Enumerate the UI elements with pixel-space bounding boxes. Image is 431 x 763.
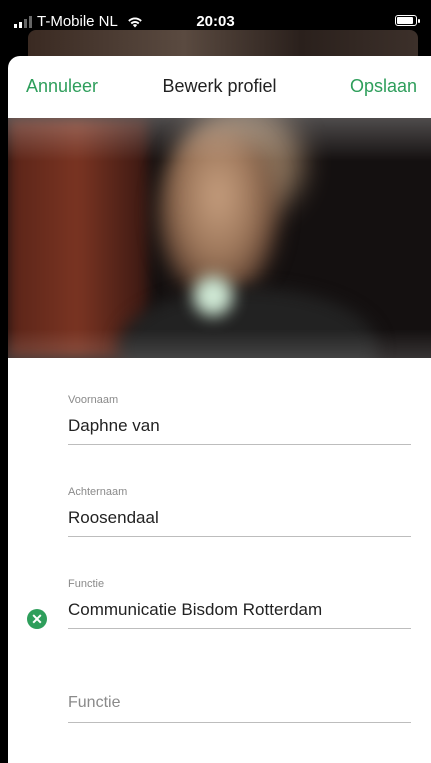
left-edge — [0, 0, 8, 763]
first-name-label: Voornaam — [68, 394, 119, 406]
battery-icon — [395, 15, 420, 26]
function-label: Functie — [68, 578, 105, 590]
function-field[interactable]: Functie Communicatie Bisdom Rotterdam — [68, 578, 411, 629]
save-button[interactable]: Opslaan — [350, 76, 417, 97]
function-input[interactable]: Communicatie Bisdom Rotterdam — [68, 594, 411, 628]
last-name-label: Achternaam — [68, 486, 128, 498]
last-name-input[interactable]: Roosendaal — [68, 502, 411, 536]
clock: 20:03 — [196, 13, 235, 30]
edit-profile-sheet: Annuleer Bewerk profiel Opslaan Voornaam… — [8, 56, 431, 763]
x-circle-icon[interactable]: ✕ — [27, 609, 47, 629]
last-name-field[interactable]: Achternaam Roosendaal — [68, 486, 411, 537]
function-2-input[interactable]: Functie — [68, 688, 411, 722]
profile-photo[interactable] — [8, 118, 431, 358]
first-name-field[interactable]: Voornaam Daphne van — [68, 394, 411, 445]
function-2-field[interactable]: Functie — [68, 688, 411, 723]
first-name-input[interactable]: Daphne van — [68, 410, 411, 444]
navbar: Annuleer Bewerk profiel Opslaan — [8, 56, 431, 118]
